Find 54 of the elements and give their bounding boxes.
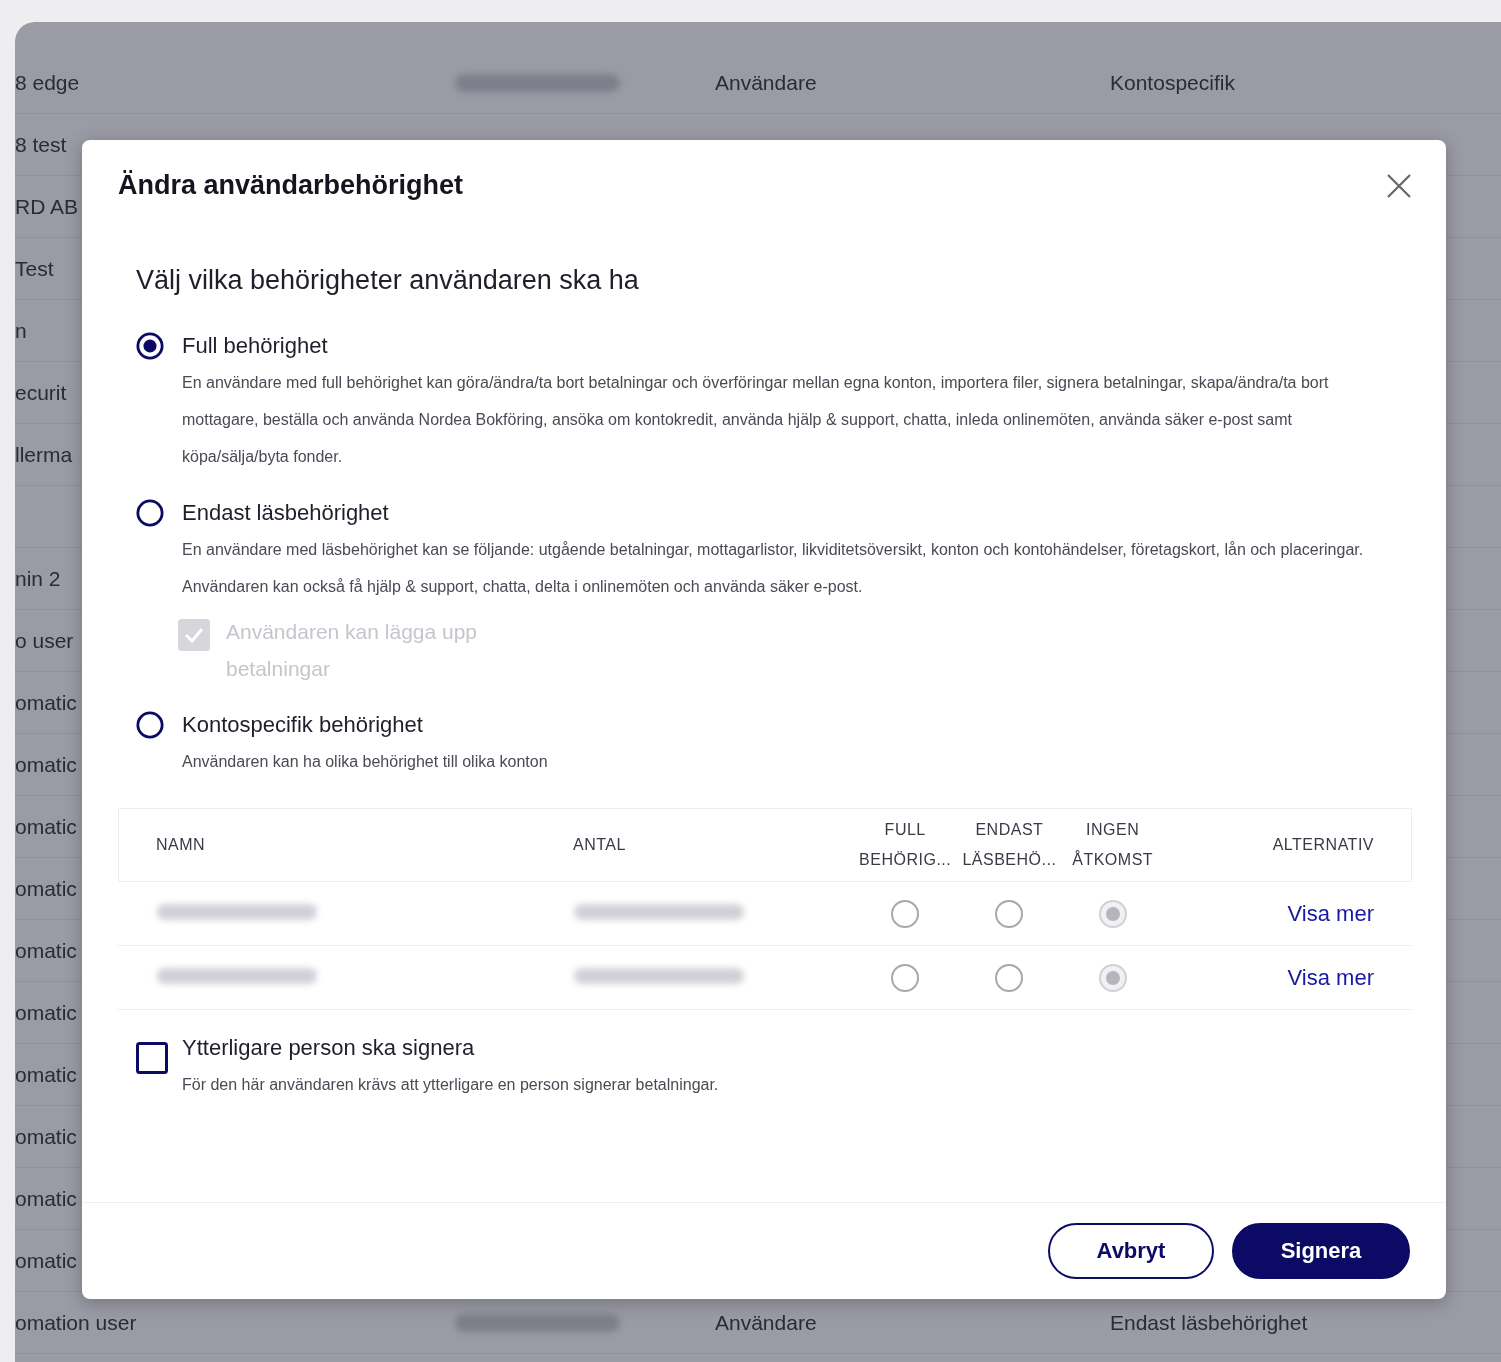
user-name: o user [15,628,74,653]
user-type: Användare [715,70,817,95]
close-button[interactable] [1386,172,1412,199]
column-header: ALTERNATIV [1272,836,1374,853]
user-name: omatic [15,752,77,777]
user-name: 8 edge [15,70,80,95]
user-name: llerma [15,442,73,467]
user-name: ecurit [15,380,67,405]
radio-button[interactable] [136,711,164,739]
user-name: omatic [15,690,77,715]
column-header: FULL BEHÖRIG... [859,821,952,868]
radio-button[interactable] [136,499,164,527]
section-heading: Välj vilka behörigheter användaren ska ha [136,265,640,296]
user-type: Användare [715,1310,817,1335]
user-name: omatic [15,814,77,839]
checkbox-label: Ytterligare person ska signera [182,1036,476,1060]
user-name: omatic [15,938,77,963]
user-name: RD AB [15,194,79,219]
checkbox[interactable] [136,1042,168,1074]
cancel-button[interactable]: Avbryt [1048,1223,1214,1279]
show-more-link[interactable]: Visa mer [1287,964,1374,990]
radio-button[interactable] [890,962,921,993]
user-role: Endast läsbehörighet [1110,1310,1308,1335]
user-name: omatic [15,1062,77,1087]
radio-button[interactable] [890,898,921,929]
user-name: n [15,318,27,343]
user-name: omation user [15,1310,137,1335]
user-name: omatic [15,876,77,901]
radio-button[interactable] [994,962,1025,993]
user-name: nin 2 [15,566,61,591]
user-name: omatic [15,1186,77,1211]
sign-button[interactable]: Signera [1232,1223,1410,1279]
option-label: Kontospecifik behörighet [182,713,424,737]
user-name: omatic [15,1000,77,1025]
option-description: Användaren kan ha olika behörighet till olika konton [182,752,549,772]
column-header: INGEN ÅTKOMST [1072,821,1154,868]
option-description: En användare med full behörighet kan göra/ändra/ta bort betalningar och överföringar mellan egna konton, importera filer, signera betalningar, skapa/ändra/ta bort mottagare, beställa och använda Nordea Bokföring, ansöka om kontokredit, använda hjälp & support, chatta, inleda onlinemöten, använda säker e-post samt köpa/sälja/byta fonder. [182,373,1330,467]
dialog-title: Ändra användarbehörighet [118,170,464,201]
radio-button[interactable] [994,898,1025,929]
option-description: En användare med läsbehörighet kan se följande: utgående betalningar, mottagarlistor, likviditetsöversikt, konton och kontohändelser, företagskort, lån och placeringar. Användaren kan också få hjälp & support, chatta, delta i onlinemöten och använda säker e-post. [182,540,1365,597]
option-label: Endast läsbehörighet [182,501,390,525]
column-header: ENDAST LÄSBEHÖ... [962,821,1057,868]
radio-button[interactable] [136,332,164,360]
option-label: Full behörighet [182,334,329,358]
column-header: NAMN [156,836,206,853]
show-more-link[interactable]: Visa mer [1287,900,1374,926]
checkbox-description: För den här användaren krävs att ytterligare en person signerar betalningar. [182,1075,720,1095]
checkbox-label: Användaren kan lägga upp betalningar [226,619,479,682]
user-name: omatic [15,1248,77,1273]
user-role: Kontospecifik [1110,70,1235,95]
user-name: Test [15,256,54,281]
column-header: ANTAL [573,836,626,853]
user-name: 8 test [15,132,67,157]
user-name: omatic [15,1124,77,1149]
